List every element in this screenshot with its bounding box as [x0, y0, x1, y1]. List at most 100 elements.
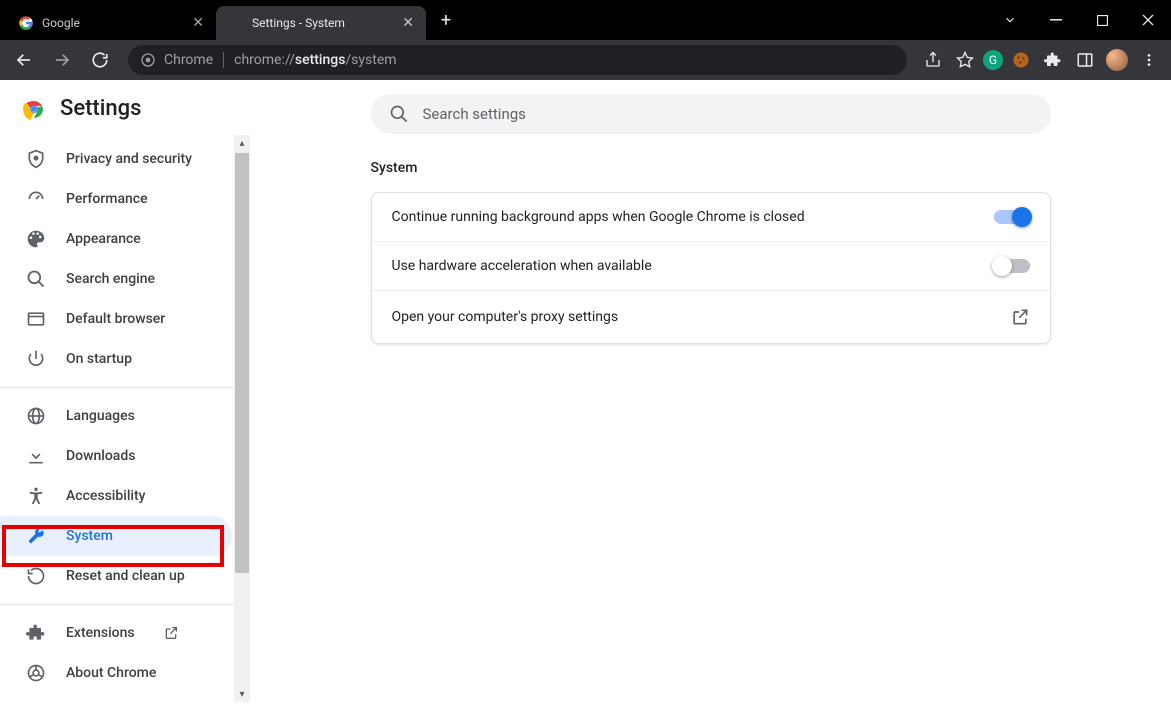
minimize-button[interactable] [1033, 0, 1079, 40]
sidebar-item-extensions[interactable]: Extensions [0, 613, 250, 653]
address-bar[interactable]: Chrome chrome://settings/system [128, 45, 907, 75]
sidebar-item-search-engine[interactable]: Search engine [0, 259, 250, 299]
extension-grammarly-icon[interactable]: G [983, 50, 1003, 70]
sidebar-item-default-browser[interactable]: Default browser [0, 299, 250, 339]
nav-label: Performance [66, 191, 148, 207]
search-icon [26, 269, 46, 289]
content-area: Search settings System Continue running … [250, 80, 1171, 707]
sidebar-item-reset[interactable]: Reset and clean up [0, 556, 250, 596]
nav-label: Downloads [66, 448, 135, 464]
nav-label: Search engine [66, 271, 155, 287]
external-link-icon [1010, 307, 1030, 327]
chrome-icon [26, 663, 46, 683]
sidebar-item-languages[interactable]: Languages [0, 396, 250, 436]
toggle-background-apps[interactable] [994, 210, 1030, 224]
nav-separator [0, 604, 250, 605]
reload-button[interactable] [84, 44, 116, 76]
nav-label: Extensions [66, 625, 135, 641]
tab-title: Google [42, 16, 80, 30]
tab-google[interactable]: Google ✕ [6, 6, 216, 40]
sidebar-item-downloads[interactable]: Downloads [0, 436, 250, 476]
section-title: System [371, 160, 1051, 176]
scroll-up-icon[interactable]: ▴ [234, 135, 250, 151]
setting-row-background-apps: Continue running background apps when Go… [372, 193, 1050, 242]
nav-label: On startup [66, 351, 132, 367]
power-icon [26, 349, 46, 369]
gear-icon [228, 15, 244, 31]
settings-header: Settings [0, 80, 250, 135]
setting-label: Open your computer's proxy settings [392, 309, 619, 325]
nav-label: System [66, 528, 113, 544]
google-favicon-icon [18, 15, 34, 31]
nav-label: Appearance [66, 231, 141, 247]
chrome-page-icon [140, 52, 156, 68]
share-icon[interactable] [919, 46, 947, 74]
nav-label: About Chrome [66, 665, 156, 681]
new-tab-button[interactable]: + [432, 6, 460, 34]
speed-icon [26, 189, 46, 209]
forward-button[interactable] [46, 44, 78, 76]
setting-label: Use hardware acceleration when available [392, 258, 652, 274]
wrench-icon [26, 526, 46, 546]
globe-icon [26, 406, 46, 426]
accessibility-icon [26, 486, 46, 506]
sidebar-item-accessibility[interactable]: Accessibility [0, 476, 250, 516]
sidebar-scrollbar[interactable]: ▴ ▾ [234, 135, 250, 702]
sidebar-item-on-startup[interactable]: On startup [0, 339, 250, 379]
tab-title: Settings - System [252, 16, 345, 30]
shield-icon [26, 149, 46, 169]
sidebar-item-performance[interactable]: Performance [0, 179, 250, 219]
window-controls [987, 0, 1171, 40]
search-placeholder: Search settings [423, 105, 526, 123]
close-window-button[interactable] [1125, 0, 1171, 40]
site-host-label: Chrome [164, 52, 213, 68]
nav-label: Reset and clean up [66, 568, 185, 584]
nav-label: Privacy and security [66, 151, 192, 167]
extension-icon [26, 623, 46, 643]
url-text: chrome://settings/system [234, 52, 396, 68]
sidebar-item-appearance[interactable]: Appearance [0, 219, 250, 259]
download-icon [26, 446, 46, 466]
tab-search-button[interactable] [987, 0, 1033, 40]
toggle-hardware-accel[interactable] [994, 259, 1030, 273]
search-icon [389, 104, 409, 124]
setting-label: Continue running background apps when Go… [392, 209, 805, 225]
tab-strip: Google ✕ Settings - System ✕ + [0, 0, 460, 40]
setting-row-hardware-accel: Use hardware acceleration when available [372, 242, 1050, 291]
window-titlebar: Google ✕ Settings - System ✕ + [0, 0, 1171, 40]
external-link-icon [163, 625, 179, 641]
nav-label: Accessibility [66, 488, 145, 504]
nav-list: Privacy and security Performance Appeara… [0, 135, 250, 697]
browser-icon [26, 309, 46, 329]
sidebar-item-about[interactable]: About Chrome [0, 653, 250, 693]
sidebar-item-system[interactable]: System [0, 516, 232, 556]
close-icon[interactable]: ✕ [192, 15, 204, 31]
setting-row-proxy[interactable]: Open your computer's proxy settings [372, 291, 1050, 343]
bookmark-icon[interactable] [951, 46, 979, 74]
extensions-menu-icon[interactable] [1039, 46, 1067, 74]
palette-icon [26, 229, 46, 249]
sidebar: Settings Privacy and security Performanc… [0, 80, 250, 707]
profile-avatar[interactable] [1103, 46, 1131, 74]
browser-toolbar: Chrome chrome://settings/system G [0, 40, 1171, 80]
nav-separator [0, 387, 250, 388]
site-info[interactable]: Chrome [140, 52, 224, 68]
browser-menu-icon[interactable] [1135, 46, 1163, 74]
extension-cookie-icon[interactable] [1007, 46, 1035, 74]
nav-label: Default browser [66, 311, 165, 327]
settings-page: Settings Privacy and security Performanc… [0, 80, 1171, 707]
close-icon[interactable]: ✕ [402, 15, 414, 31]
page-title: Settings [60, 96, 141, 121]
maximize-button[interactable] [1079, 0, 1125, 40]
nav-label: Languages [66, 408, 135, 424]
chrome-logo-icon [22, 97, 46, 121]
sidebar-item-privacy[interactable]: Privacy and security [0, 139, 250, 179]
side-panel-icon[interactable] [1071, 46, 1099, 74]
back-button[interactable] [8, 44, 40, 76]
scroll-down-icon[interactable]: ▾ [234, 686, 250, 702]
search-input[interactable]: Search settings [371, 94, 1051, 134]
restore-icon [26, 566, 46, 586]
system-settings-card: Continue running background apps when Go… [371, 192, 1051, 344]
tab-settings-system[interactable]: Settings - System ✕ [216, 6, 426, 40]
scrollbar-thumb[interactable] [235, 153, 249, 573]
